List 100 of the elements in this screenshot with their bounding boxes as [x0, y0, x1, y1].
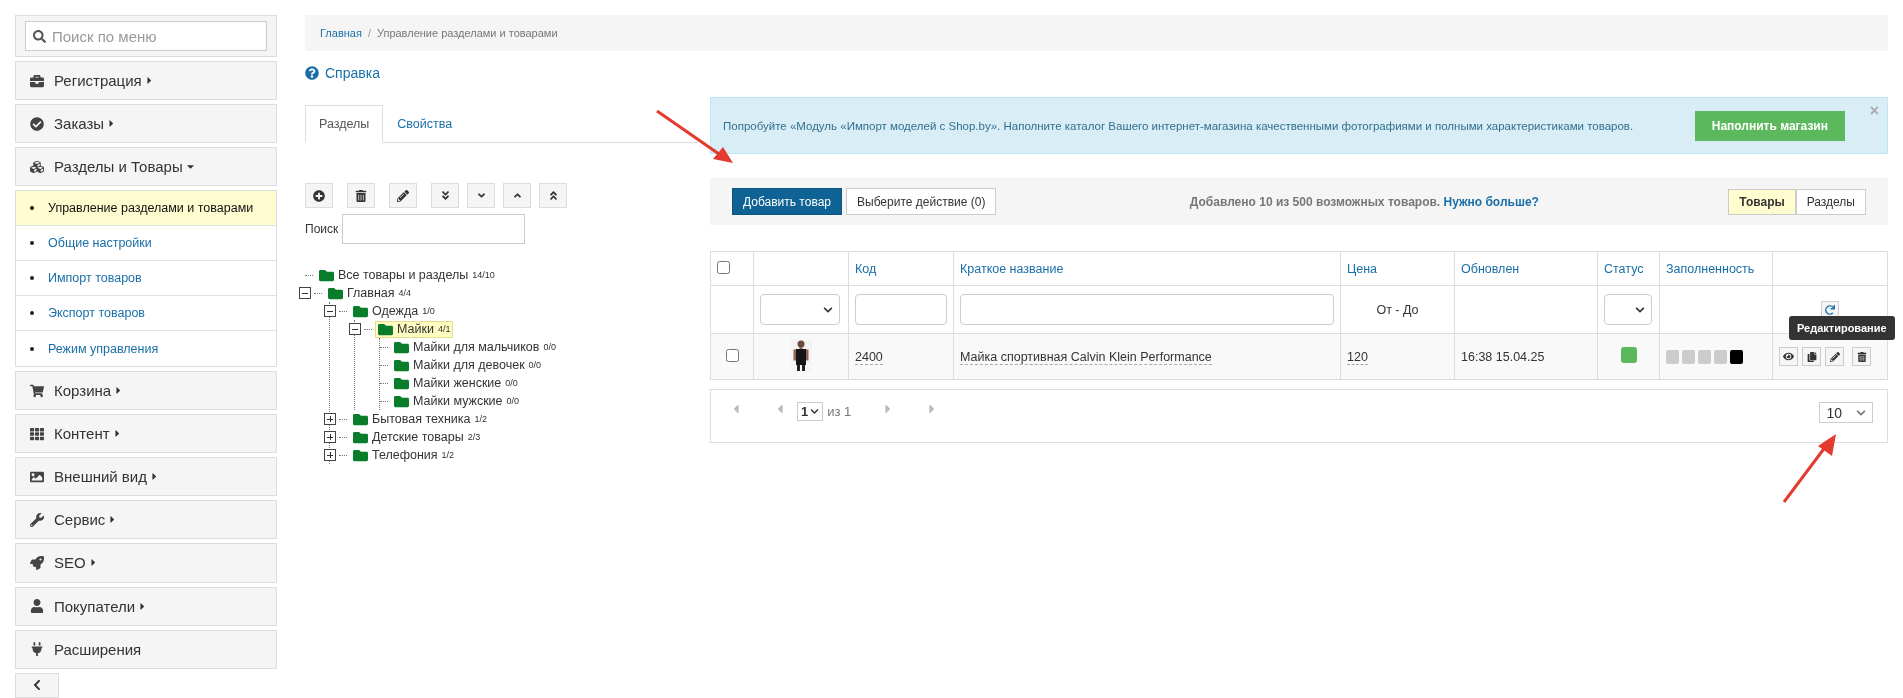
sidebar-item[interactable]: Расширения — [15, 629, 277, 669]
menu-icon — [30, 73, 44, 88]
add-icon — [313, 189, 325, 202]
chevron-down-icon — [1856, 407, 1866, 418]
trash-button[interactable] — [347, 183, 375, 208]
table-cell: 16:38 15.04.25 — [1461, 349, 1545, 364]
trash-icon — [355, 189, 367, 202]
breadcrumb-separator: / — [367, 27, 371, 39]
column-header[interactable]: Обновлен — [1461, 261, 1520, 276]
breadcrumb-current: Управление разделами и товарами — [376, 27, 558, 39]
collapse-button[interactable] — [15, 672, 59, 698]
chevron-down-icon — [810, 407, 820, 416]
price-range-filter[interactable]: От - До — [1376, 302, 1419, 317]
tooltip: Редактирование — [1789, 316, 1895, 340]
menu-icon — [30, 116, 44, 131]
double-up-button[interactable] — [539, 183, 567, 208]
column-header[interactable]: Код — [855, 261, 877, 276]
products-info: Добавлено 10 из 500 возможных товаров. Нужно больше? — [1188, 194, 1540, 209]
search-label: Поиск — [305, 222, 339, 236]
double-down-icon — [439, 190, 451, 201]
add-product-button[interactable]: Добавить товар — [732, 188, 842, 215]
menu-icon — [30, 159, 44, 174]
view-button[interactable] — [1779, 347, 1798, 366]
sidebar-item[interactable]: Заказы — [15, 104, 277, 144]
folder-icon — [353, 447, 368, 463]
expand-toggle[interactable] — [324, 449, 336, 461]
eye-icon — [1783, 351, 1794, 362]
folder-icon — [378, 321, 393, 337]
search-icon — [33, 30, 46, 43]
tab[interactable]: Свойства — [383, 105, 467, 143]
folder-icon — [328, 285, 343, 301]
row-checkbox[interactable] — [725, 348, 739, 362]
expand-toggle[interactable] — [324, 413, 336, 425]
chevron-down-icon — [823, 304, 833, 315]
breadcrumb-link[interactable]: Главная — [320, 27, 362, 39]
submenu-item[interactable]: Управление разделами и товарами — [16, 191, 276, 227]
page-count: из 1 — [827, 404, 852, 419]
down-icon — [475, 190, 487, 201]
view-toggle[interactable]: Разделы — [1795, 188, 1866, 215]
code-filter-field[interactable] — [855, 294, 947, 325]
sidebar-item[interactable]: Сервис — [15, 500, 277, 540]
folder-icon — [353, 303, 368, 319]
folder-icon — [394, 393, 409, 409]
folder-icon — [394, 339, 409, 355]
annotation-arrow — [1782, 432, 1838, 504]
column-header[interactable]: Краткое название — [960, 261, 1064, 276]
up-icon — [511, 190, 523, 201]
refresh-icon — [1825, 304, 1835, 315]
double-down-button[interactable] — [431, 183, 459, 208]
name-filter-field[interactable] — [960, 294, 1334, 325]
sidebar-item[interactable]: Корзина — [15, 371, 277, 411]
table-cell[interactable]: 120 — [1347, 349, 1368, 365]
column-header[interactable]: Цена — [1347, 261, 1378, 276]
sidebar-item[interactable]: Покупатели — [15, 586, 277, 626]
view-toggle[interactable]: Товары — [1728, 188, 1796, 215]
pencil-icon — [397, 189, 409, 202]
chevron-left-icon — [31, 679, 43, 692]
pencil-button[interactable] — [389, 183, 417, 208]
sidebar-item[interactable]: SEO — [15, 543, 277, 583]
edit-button[interactable] — [1825, 347, 1844, 366]
table-cell[interactable]: 2400 — [855, 349, 883, 365]
page-select[interactable]: 1 — [797, 402, 824, 421]
trash-icon — [1856, 351, 1867, 362]
double-up-icon — [547, 190, 559, 201]
folder-icon — [394, 357, 409, 373]
expand-toggle[interactable] — [324, 431, 336, 443]
menu-icon — [30, 512, 44, 527]
menu-icon — [30, 383, 44, 398]
collapse-toggle[interactable] — [299, 287, 311, 299]
menu-icon — [30, 469, 44, 484]
help-link[interactable]: Справка — [305, 65, 380, 81]
folder-icon — [353, 429, 368, 445]
folder-icon — [319, 267, 334, 283]
menu-icon — [30, 642, 44, 657]
sidebar-item[interactable]: Внешний вид — [15, 457, 277, 497]
action-button[interactable]: Выберите действие (0) — [846, 188, 997, 215]
folder-icon — [353, 411, 368, 427]
tree-search-field[interactable] — [342, 214, 526, 244]
delete-button[interactable] — [1852, 347, 1871, 366]
menu-search-field[interactable]: Поиск по меню — [25, 21, 267, 51]
pencil-icon — [1829, 351, 1840, 362]
sidebar-item[interactable]: Разделы и Товары — [15, 147, 277, 187]
sidebar-item[interactable]: Контент — [15, 414, 277, 454]
page-size-select[interactable]: 10 — [1819, 402, 1873, 423]
help-icon — [305, 66, 319, 80]
collapse-toggle[interactable] — [324, 305, 336, 317]
collapse-toggle[interactable] — [349, 323, 361, 335]
copy-button[interactable] — [1802, 347, 1821, 366]
sidebar-item[interactable]: Регистрация — [15, 61, 277, 101]
add-button[interactable] — [305, 183, 333, 208]
select-all-checkbox[interactable] — [717, 260, 730, 274]
chevron-down-icon — [1635, 304, 1645, 315]
menu-icon — [30, 555, 44, 570]
menu-icon — [30, 599, 44, 614]
folder-icon — [394, 375, 409, 391]
tab[interactable]: Разделы — [305, 105, 384, 143]
copy-icon — [1806, 351, 1817, 362]
more-link[interactable]: Нужно больше? — [1443, 194, 1539, 209]
banner-text: Попробуйте «Модуль «Импорт моделей с Shop.by». Наполните каталог Вашего интернет-магазина качественными фотографиями и полными характеристиками товаров. — [723, 119, 1635, 132]
menu-icon — [30, 426, 44, 441]
